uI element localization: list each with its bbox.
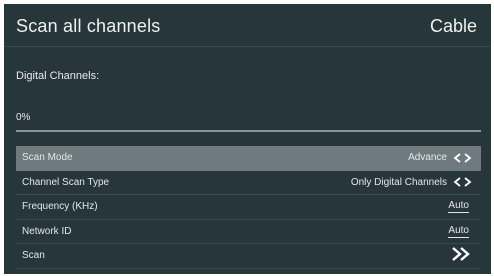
menu-item-scan[interactable]: Scan bbox=[16, 244, 481, 269]
left-right-arrows-icon[interactable] bbox=[453, 177, 475, 187]
menu-item-label: Scan Mode bbox=[22, 152, 73, 164]
menu-item-label: Network ID bbox=[22, 225, 72, 237]
double-chevron-right-icon[interactable] bbox=[451, 247, 471, 264]
progress-bar bbox=[16, 130, 481, 132]
left-right-arrows-icon[interactable] bbox=[453, 153, 475, 163]
scan-screen: Scan all channels Cable Digital Channels… bbox=[4, 4, 491, 274]
menu-item-label: Frequency (KHz) bbox=[22, 201, 98, 213]
menu-item-frequency[interactable]: Frequency (KHz) Auto bbox=[16, 195, 481, 220]
menu-item-network-id[interactable]: Network ID Auto bbox=[16, 220, 481, 244]
signal-source-label: Cable bbox=[429, 16, 477, 36]
header-divider bbox=[4, 46, 491, 47]
menu-item-channel-scan-type[interactable]: Channel Scan Type Only Digital Channels bbox=[16, 171, 481, 195]
channel-scan-type-value: Only Digital Channels bbox=[350, 176, 447, 188]
digital-channels-label: Digital Channels: bbox=[16, 70, 100, 82]
scan-mode-value: Advance bbox=[408, 152, 447, 164]
page-title: Scan all channels bbox=[16, 16, 161, 36]
frequency-input[interactable]: Auto bbox=[448, 200, 469, 214]
menu-item-label: Scan bbox=[22, 250, 45, 262]
network-id-input[interactable]: Auto bbox=[448, 225, 469, 238]
scan-settings-menu: Scan Mode Advance Channel Scan Type Only… bbox=[16, 146, 481, 269]
progress-percent: 0% bbox=[16, 112, 31, 123]
menu-item-scan-mode[interactable]: Scan Mode Advance bbox=[16, 146, 481, 171]
menu-item-label: Channel Scan Type bbox=[22, 176, 110, 188]
